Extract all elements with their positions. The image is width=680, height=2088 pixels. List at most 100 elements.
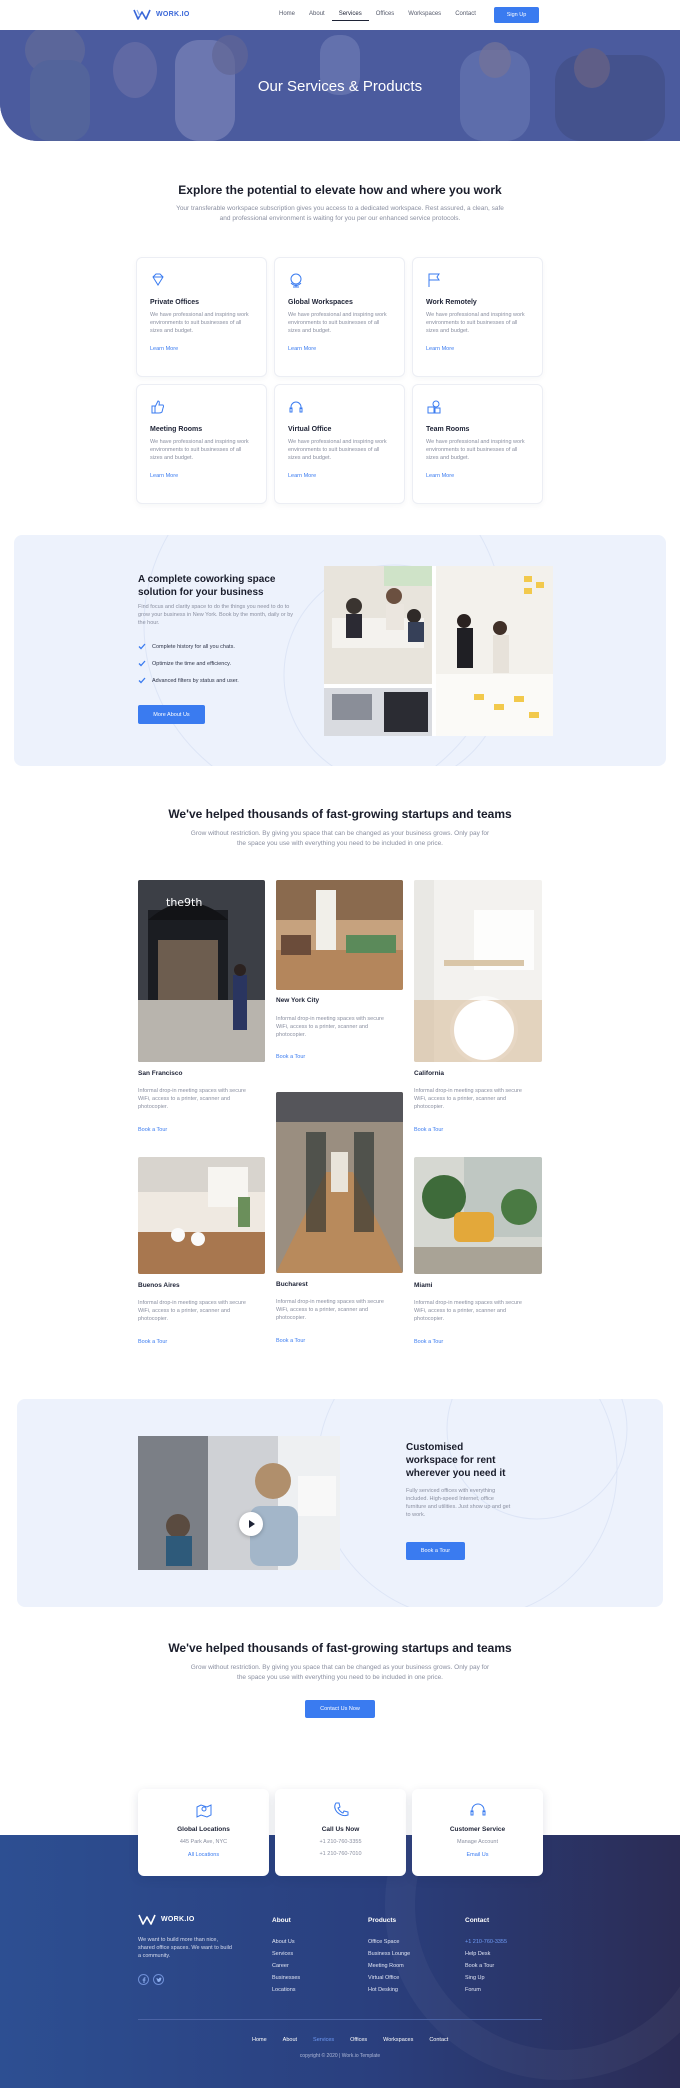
learn-more-link[interactable]: Learn More xyxy=(150,346,178,352)
coworking-desc: Find focus and clarity space to do the t… xyxy=(138,604,293,626)
service-card-desc: We have professional and inspiring work … xyxy=(426,312,525,334)
contact-card-service[interactable]: Customer Service Manage Account Email Us xyxy=(412,1789,543,1876)
footer-link[interactable]: Hot Desking xyxy=(368,1987,398,1993)
service-card-global-workspaces[interactable]: Global Workspaces We have professional a… xyxy=(274,257,405,377)
nav-contact[interactable]: Contact xyxy=(448,8,483,21)
signup-button[interactable]: Sign Up xyxy=(494,7,539,23)
nav-about[interactable]: About xyxy=(302,8,332,21)
flag-icon xyxy=(428,273,440,287)
check-icon xyxy=(138,643,146,650)
footer-nav-about[interactable]: About xyxy=(275,2037,305,2043)
book-a-tour-button[interactable]: Book a Tour xyxy=(406,1542,465,1560)
service-card-desc: We have professional and inspiring work … xyxy=(150,439,249,461)
email-us-link[interactable]: Email Us xyxy=(412,1852,543,1858)
book-tour-link[interactable]: Book a Tour xyxy=(138,1127,167,1133)
location-photo-san-francisco[interactable]: the9th xyxy=(138,880,265,1062)
locations-title: We've helped thousands of fast-growing s… xyxy=(168,807,512,821)
location-photo-miami[interactable] xyxy=(414,1157,542,1274)
brand-name: WORK.IO xyxy=(161,1916,195,1923)
location-photo-buenos-aires[interactable] xyxy=(138,1157,265,1274)
learn-more-link[interactable]: Learn More xyxy=(150,473,178,479)
service-card-desc: We have professional and inspiring work … xyxy=(288,312,387,334)
service-card-title: Team Rooms xyxy=(426,426,470,433)
check-item: Optimize the time and efficiency. xyxy=(138,660,231,667)
service-card-meeting-rooms[interactable]: Meeting Rooms We have professional and i… xyxy=(136,384,267,504)
book-tour-link[interactable]: Book a Tour xyxy=(414,1339,443,1345)
footer-nav-contact[interactable]: Contact xyxy=(421,2037,456,2043)
location-desc: Informal drop-in meeting spaces with sec… xyxy=(138,1088,246,1110)
location-photo-bucharest[interactable] xyxy=(276,1092,403,1273)
nav-services[interactable]: Services xyxy=(331,8,369,21)
cta-title: We've helped thousands of fast-growing s… xyxy=(168,1641,512,1655)
phone-icon xyxy=(334,1802,349,1817)
footer-link[interactable]: Business Lounge xyxy=(368,1951,410,1957)
locations-subtitle: Grow without restriction. By giving you … xyxy=(190,830,490,847)
footer-divider xyxy=(138,2019,542,2020)
footer-link[interactable]: Locations xyxy=(272,1987,296,1993)
learn-more-link[interactable]: Learn More xyxy=(426,346,454,352)
service-card-work-remotely[interactable]: Work Remotely We have professional and i… xyxy=(412,257,543,377)
nav-workspaces[interactable]: Workspaces xyxy=(401,8,448,21)
contact-us-now-button[interactable]: Contact Us Now xyxy=(305,1700,375,1718)
footer-nav-offices[interactable]: Offices xyxy=(342,2037,375,2043)
service-card-virtual-office[interactable]: Virtual Office We have professional and … xyxy=(274,384,405,504)
footer-nav-workspaces[interactable]: Workspaces xyxy=(375,2037,421,2043)
footer-link[interactable]: Virtual Office xyxy=(368,1975,399,1981)
map-pin-icon xyxy=(196,1804,212,1818)
service-card-team-rooms[interactable]: Team Rooms We have professional and insp… xyxy=(412,384,543,504)
book-tour-link[interactable]: Book a Tour xyxy=(414,1127,443,1133)
customised-video[interactable] xyxy=(138,1436,340,1570)
learn-more-link[interactable]: Learn More xyxy=(288,346,316,352)
footer-nav-services[interactable]: Services xyxy=(305,2037,342,2043)
footer-nav-home[interactable]: Home xyxy=(244,2037,275,2043)
location-desc: Informal drop-in meeting spaces with sec… xyxy=(276,1016,384,1038)
location-photo-california[interactable] xyxy=(414,880,542,1062)
book-tour-link[interactable]: Book a Tour xyxy=(276,1338,305,1344)
more-about-us-button[interactable]: More About Us xyxy=(138,705,205,724)
all-locations-link[interactable]: All Locations xyxy=(138,1852,269,1858)
brand-logo[interactable]: WORK.IO xyxy=(133,9,190,20)
contact-card-locations[interactable]: Global Locations 445 Park Ave, NYC All L… xyxy=(138,1789,269,1876)
footer-link[interactable]: Services xyxy=(272,1951,293,1957)
location-desc: Informal drop-in meeting spaces with sec… xyxy=(414,1300,522,1322)
logo-mark-icon xyxy=(138,1914,156,1925)
facebook-icon[interactable] xyxy=(138,1974,149,1985)
footer-logo[interactable]: WORK.IO xyxy=(138,1914,195,1925)
location-city: California xyxy=(414,1070,444,1077)
copyright: copyright © 2020 | Work.io Template xyxy=(299,2053,381,2059)
footer-link[interactable]: Book a Tour xyxy=(465,1963,494,1969)
footer-link[interactable]: About Us xyxy=(272,1939,295,1945)
footer-link[interactable]: Meeting Room xyxy=(368,1963,404,1969)
service-card-title: Private Offices xyxy=(150,299,200,306)
footer-link[interactable]: Office Space xyxy=(368,1939,399,1945)
nav-offices[interactable]: Offices xyxy=(369,8,402,21)
location-city: New York City xyxy=(276,997,320,1004)
footer-link[interactable]: Help Desk xyxy=(465,1951,490,1957)
hero-title: Our Services & Products xyxy=(257,78,423,95)
footer-col-heading: Contact xyxy=(465,1917,490,1924)
check-icon xyxy=(138,677,146,684)
contact-card-line: Manage Account xyxy=(457,1839,498,1845)
learn-more-link[interactable]: Learn More xyxy=(288,473,316,479)
footer-link[interactable]: Career xyxy=(272,1963,289,1969)
decor-circles xyxy=(316,1399,628,1607)
location-city: Buenos Aires xyxy=(138,1282,180,1289)
book-tour-link[interactable]: Book a Tour xyxy=(276,1054,305,1060)
service-card-private-offices[interactable]: Private Offices We have professional and… xyxy=(136,257,267,377)
logo-mark-icon xyxy=(133,9,151,20)
location-photo-new-york-city[interactable] xyxy=(276,880,403,990)
footer-phone-link[interactable]: +1 210-760-3355 xyxy=(465,1939,507,1945)
nav-home[interactable]: Home xyxy=(272,8,302,21)
footer-link[interactable]: Forum xyxy=(465,1987,481,1993)
contact-card-call[interactable]: Call Us Now +1 210-760-3355 +1 210-760-7… xyxy=(275,1789,406,1876)
service-card-title: Virtual Office xyxy=(288,426,332,433)
book-tour-link[interactable]: Book a Tour xyxy=(138,1339,167,1345)
play-button[interactable] xyxy=(239,1512,263,1536)
brand-name: WORK.IO xyxy=(156,11,190,18)
twitter-icon[interactable] xyxy=(153,1974,164,1985)
hero-banner: Our Services & Products xyxy=(0,30,680,141)
footer-link[interactable]: Sing Up xyxy=(465,1975,485,1981)
learn-more-link[interactable]: Learn More xyxy=(426,473,454,479)
footer-link[interactable]: Businesses xyxy=(272,1975,300,1981)
contact-card-line: 445 Park Ave, NYC xyxy=(179,1839,228,1845)
